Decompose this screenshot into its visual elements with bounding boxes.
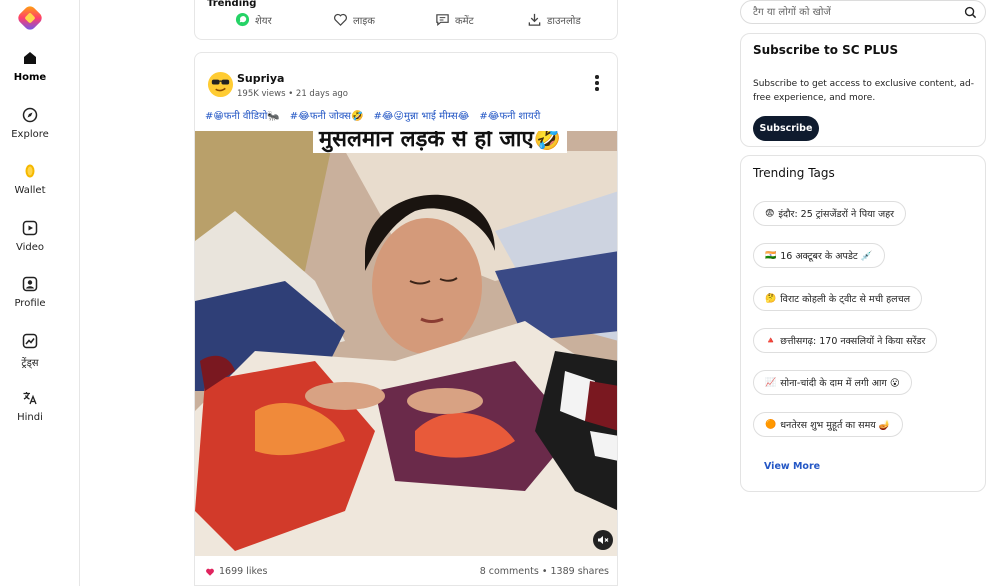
tag-emoji: 🔺 (765, 335, 777, 346)
home-icon (24, 52, 36, 64)
tag-text: 16 अक्टूबर के अपडेट 💉 (780, 251, 873, 262)
sidebar-item-profile[interactable]: Profile (0, 276, 60, 309)
sidebar: Home Explore Wallet Video Profile ट्रेंड… (0, 0, 80, 586)
trending-tag-chip[interactable]: 📈 सोना-चांदी के दाम में लगी आग 😮 (753, 370, 912, 395)
post-author[interactable]: Supriya (237, 72, 284, 85)
speaker-muted-icon (598, 536, 609, 544)
translate-icon (23, 392, 37, 405)
trending-tag-chip[interactable]: 🟠 धनतेरस शुभ मुहूर्त का समय 🪔 (753, 412, 903, 437)
section-label-trending: Trending (207, 0, 257, 9)
tag-text: सोना-चांदी के दाम में लगी आग 😮 (780, 378, 900, 389)
tag-emoji: 🇮🇳 (765, 250, 777, 261)
comments-count[interactable]: 8 comments (480, 566, 539, 577)
trending-tag-chip[interactable]: 🔺 छत्तीसगढ़: 170 नक्सलियों ने किया सरेंड… (753, 328, 938, 353)
trending-tags-title: Trending Tags (753, 166, 835, 180)
like-label: लाइक (353, 15, 375, 27)
trending-tag-chip[interactable]: 🇮🇳 16 अक्टूबर के अपडेट 💉 (753, 243, 885, 268)
search-input[interactable] (753, 4, 953, 20)
sidebar-item-label: Explore (11, 129, 49, 140)
sidebar-item-label: Profile (14, 298, 46, 309)
search-bar (740, 0, 986, 24)
sc-plus-title: Subscribe to SC PLUS (753, 43, 899, 57)
comment-button[interactable]: कमेंट (435, 12, 474, 27)
app-root: Home Explore Wallet Video Profile ट्रेंड… (0, 0, 1000, 586)
trending-tags-card: Trending Tags 😨 इंदौर: 25 ट्रांसजेंडरों … (740, 155, 986, 492)
sc-plus-card: Subscribe to SC PLUS Subscribe to get ac… (740, 33, 986, 147)
shares-count[interactable]: 1389 shares (551, 566, 609, 577)
sidebar-item-explore[interactable]: Explore (0, 107, 60, 140)
whatsapp-icon (235, 12, 250, 27)
heart-icon (334, 13, 347, 26)
subscribe-button[interactable]: Subscribe (753, 116, 819, 141)
sidebar-item-label: Wallet (14, 185, 46, 196)
tag-text: विराट कोहली के ट्वीट से मची हलचल (780, 294, 911, 305)
comment-icon (436, 14, 449, 26)
post-tag[interactable]: #😂फनी जोक्स🤣 (290, 108, 364, 122)
sidebar-item-label: Home (13, 72, 47, 83)
likes-label: 1699 likes (219, 566, 268, 577)
post-tag[interactable]: #😁फनी वीडियो🐜 (205, 108, 280, 122)
sidebar-item-video[interactable]: Video (0, 220, 60, 253)
search-icon[interactable] (964, 6, 977, 19)
heart-filled-icon (206, 568, 214, 576)
share-label: शेयर (255, 15, 272, 27)
like-button[interactable]: लाइक (333, 12, 375, 27)
download-button[interactable]: डाउनलोड (527, 12, 581, 27)
sidebar-item-language[interactable]: Hindi (0, 390, 60, 423)
tag-text: छत्तीसगढ़: 170 नक्सलियों ने किया सरेंडर (780, 336, 926, 347)
video-frame (195, 131, 617, 556)
tag-emoji: 🟠 (765, 419, 777, 430)
sidebar-item-label: ट्रेंड्स (21, 358, 39, 369)
post-tags: #😁फनी वीडियो🐜 #😂फनी जोक्स🤣 #😂😜मुन्ना भाई… (205, 108, 540, 122)
sc-plus-description: Subscribe to get access to exclusive con… (753, 79, 974, 103)
sidebar-item-label: Video (15, 242, 45, 253)
mute-button[interactable] (593, 530, 613, 550)
post-card: Supriya 195K views • 21 days ago #😁फनी व… (194, 52, 618, 586)
video-caption: मुसलमान लड़के से हो जाए🤣 (313, 131, 568, 153)
app-logo[interactable] (15, 3, 45, 33)
trending-tag-chip[interactable]: 🤔 विराट कोहली के ट्वीट से मची हलचल (753, 286, 923, 311)
post-tag[interactable]: #😂फनी शायरी (479, 108, 540, 122)
download-icon (528, 13, 541, 26)
profile-icon (22, 276, 38, 292)
trending-tag-chip[interactable]: 😨 इंदौर: 25 ट्रांसजेंडरों ने पिया जहर (753, 201, 907, 226)
post-meta: 195K views • 21 days ago (237, 89, 349, 99)
trends-icon (22, 333, 38, 349)
stats-separator: • (541, 566, 551, 577)
sidebar-item-wallet[interactable]: Wallet (0, 163, 60, 196)
tag-text: धनतेरस शुभ मुहूर्त का समय 🪔 (780, 420, 891, 431)
tag-emoji: 😨 (765, 208, 775, 219)
video-icon (22, 220, 38, 236)
share-button[interactable]: शेयर (235, 12, 272, 27)
tag-text: इंदौर: 25 ट्रांसजेंडरों ने पिया जहर (778, 209, 895, 220)
post-stats: 8 comments • 1389 shares (480, 566, 609, 577)
post-tag[interactable]: #😂😜मुन्ना भाई मीम्स😂 (373, 108, 469, 122)
previous-post-action-bar: शेयर लाइक कमेंट डाउनलोड (194, 0, 618, 40)
more-options-icon[interactable] (595, 75, 599, 91)
compass-icon (22, 107, 38, 123)
sidebar-item-trends[interactable]: ट्रेंड्स (0, 333, 60, 369)
tag-emoji: 🤔 (765, 293, 777, 304)
comment-label: कमेंट (455, 15, 474, 27)
coin-icon (25, 164, 35, 178)
sidebar-item-label: Hindi (17, 412, 43, 423)
likes-count[interactable]: 1699 likes (205, 566, 267, 577)
post-video[interactable]: मुसलमान लड़के से हो जाए🤣 (195, 131, 617, 556)
download-label: डाउनलोड (547, 15, 581, 27)
sidebar-item-home[interactable]: Home (0, 50, 60, 83)
tag-emoji: 📈 (765, 377, 777, 388)
avatar[interactable] (207, 71, 234, 98)
view-more-link[interactable]: View More (764, 461, 820, 472)
